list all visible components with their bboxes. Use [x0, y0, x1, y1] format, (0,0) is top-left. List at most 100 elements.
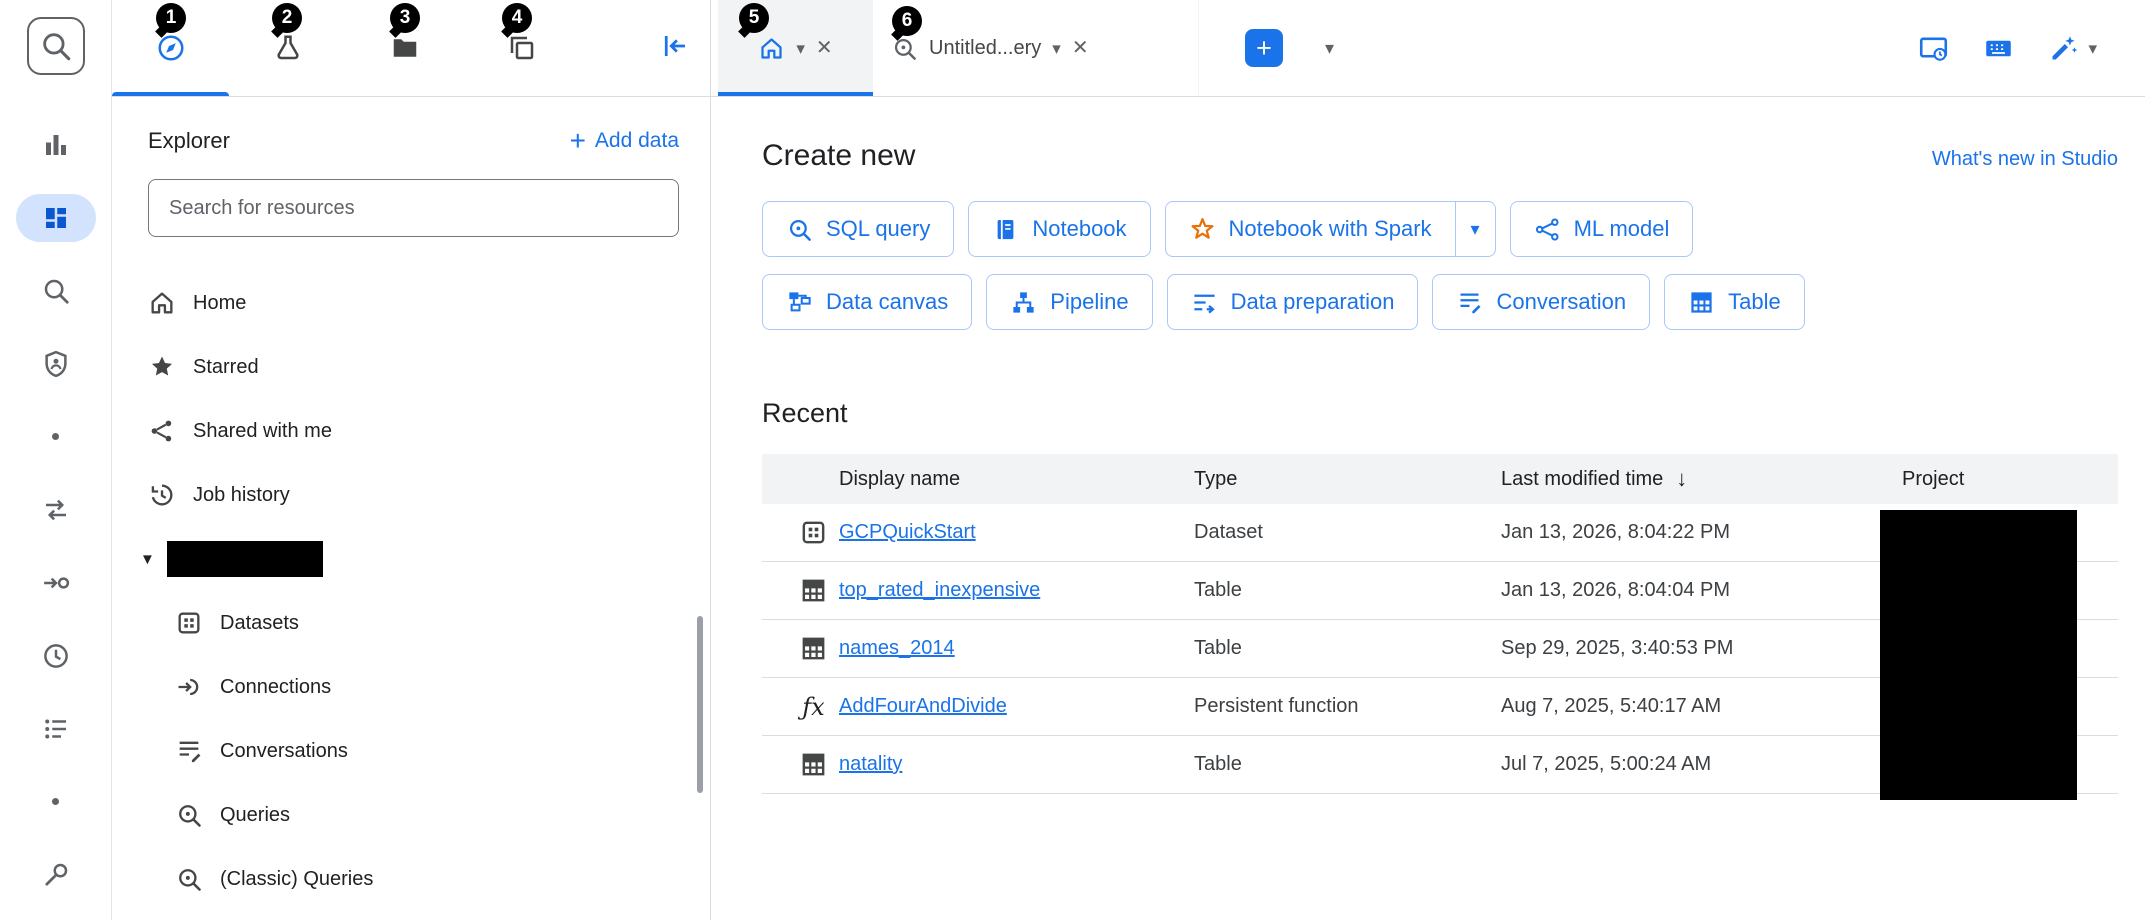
collapse-panel-button[interactable] — [660, 31, 690, 66]
explorer-scrollbar[interactable] — [697, 616, 703, 793]
annotation-badge-2: 2 — [272, 3, 302, 33]
button-label: Data preparation — [1231, 289, 1395, 315]
keyboard-shortcuts-icon[interactable] — [1983, 33, 2014, 64]
column-header-project[interactable]: Project — [1902, 468, 2118, 491]
studio-grid-icon[interactable] — [0, 181, 112, 254]
recent-table: Display name Type Last modified time↓ Pr… — [762, 454, 2118, 794]
bigquery-studio-app: Explorer + Add data Home Starred Shared … — [0, 0, 2145, 920]
recent-item-modified: Sep 29, 2025, 3:40:53 PM — [1501, 637, 1902, 660]
dataflow-icon[interactable] — [0, 546, 112, 619]
new-tab-button[interactable]: + — [1245, 29, 1283, 67]
close-icon[interactable]: ✕ — [1072, 38, 1089, 58]
tree-item-datasets[interactable]: Datasets — [112, 591, 710, 655]
tree-item-home[interactable]: Home — [112, 271, 710, 335]
tree-item-starred[interactable]: Starred — [112, 335, 710, 399]
chevron-down-icon[interactable]: ▾ — [796, 40, 805, 57]
capacity-icon[interactable] — [0, 692, 112, 765]
resource-search-box — [148, 179, 679, 237]
tree-item-label: Home — [193, 292, 246, 315]
sql-query-button[interactable]: SQL query — [762, 201, 954, 257]
plus-icon: + — [570, 127, 586, 155]
column-header-display-name[interactable]: Display name — [762, 468, 1194, 491]
tree-item-label: (Classic) Queries — [220, 868, 373, 891]
recent-item-link[interactable]: top_rated_inexpensive — [839, 579, 1040, 602]
tree-item-classic-queries[interactable]: (Classic) Queries — [112, 847, 710, 911]
tab-label: Untitled...ery — [929, 37, 1041, 60]
notebook-with-spark-button[interactable]: Notebook with Spark ▾ — [1165, 201, 1496, 257]
tree-item-label: Job history — [193, 484, 290, 507]
governance-shield-icon[interactable] — [0, 327, 112, 400]
history-icon — [148, 481, 176, 509]
recent-item-link[interactable]: AddFourAndDivide — [839, 695, 1007, 718]
folder-icon — [390, 33, 420, 63]
badge-number: 3 — [400, 7, 411, 29]
recent-item-type: Persistent function — [1194, 695, 1501, 718]
tree-item-conversations[interactable]: Conversations — [112, 719, 710, 783]
chevron-down-icon[interactable]: ▾ — [1052, 40, 1061, 57]
recent-item-link[interactable]: GCPQuickStart — [839, 521, 976, 544]
tree-item-job-history[interactable]: Job history — [112, 463, 710, 527]
data-preparation-button[interactable]: Data preparation — [1167, 274, 1419, 330]
conversation-icon — [175, 737, 203, 765]
partner-tools-icon[interactable] — [0, 838, 112, 911]
badge-number: 2 — [282, 7, 293, 29]
plus-icon: + — [1256, 33, 1272, 64]
badge-number: 6 — [902, 10, 913, 32]
badge-number: 4 — [512, 7, 523, 29]
recent-item-link[interactable]: natality — [839, 753, 902, 776]
home-icon — [758, 35, 785, 62]
pipeline-button[interactable]: Pipeline — [986, 274, 1152, 330]
table-button[interactable]: Table — [1664, 274, 1805, 330]
tree-item-project[interactable]: ▼ — [112, 527, 710, 591]
search-icon[interactable] — [0, 254, 112, 327]
whats-new-link[interactable]: What's new in Studio — [1932, 148, 2118, 171]
conversation-icon — [1456, 289, 1483, 316]
tree-item-connections[interactable]: Connections — [112, 655, 710, 719]
magnifier-icon — [786, 216, 813, 243]
column-header-type[interactable]: Type — [1194, 468, 1501, 491]
left-nav-rail — [0, 0, 112, 920]
button-label: Pipeline — [1050, 289, 1128, 315]
column-label: Display name — [839, 468, 960, 491]
notebook-button[interactable]: Notebook — [968, 201, 1150, 257]
cloud-shell-icon[interactable] — [1918, 33, 1949, 64]
expander-triangle-icon[interactable]: ▼ — [140, 551, 155, 568]
tab-list-chevron-icon[interactable]: ▾ — [1325, 38, 1334, 59]
spark-dropdown-button[interactable]: ▾ — [1455, 202, 1495, 256]
column-header-last-modified[interactable]: Last modified time↓ — [1501, 466, 1902, 492]
column-label: Project — [1902, 468, 1964, 491]
search-input[interactable] — [169, 197, 658, 220]
conversation-button[interactable]: Conversation — [1432, 274, 1650, 330]
sort-descending-icon[interactable]: ↓ — [1676, 466, 1687, 492]
main-area: ▾ ✕ Untitled...ery ▾ ✕ + ▾ ▾ — [711, 0, 2145, 920]
tree-item-shared-with-me[interactable]: Shared with me — [112, 399, 710, 463]
badge-number: 5 — [749, 7, 760, 29]
explorer-tree: Home Starred Shared with me Job history … — [112, 271, 710, 911]
project-column-redaction — [1880, 510, 2077, 800]
compass-icon — [156, 33, 186, 63]
tab-untitled-query[interactable]: Untitled...ery ▾ ✕ — [873, 0, 1199, 96]
annotation-badge-3: 3 — [390, 3, 420, 33]
gemini-assist-button[interactable]: ▾ — [2048, 33, 2097, 64]
close-icon[interactable]: ✕ — [816, 38, 833, 58]
table-icon — [799, 750, 828, 779]
spark-star-icon — [1189, 216, 1216, 243]
annotation-badge-4: 4 — [502, 3, 532, 33]
add-data-button[interactable]: + Add data — [570, 127, 679, 155]
data-transfer-icon[interactable] — [0, 473, 112, 546]
tree-item-queries[interactable]: Queries — [112, 783, 710, 847]
ml-model-button[interactable]: ML model — [1510, 201, 1694, 257]
tree-item-label: Datasets — [220, 612, 299, 635]
function-fx-icon: ƒx — [799, 693, 828, 721]
rail-nav-list — [0, 108, 112, 911]
tree-item-label: Queries — [220, 804, 290, 827]
button-label: Table — [1728, 289, 1781, 315]
ml-nodes-icon — [1534, 216, 1561, 243]
data-canvas-button[interactable]: Data canvas — [762, 274, 972, 330]
analytics-icon[interactable] — [0, 108, 112, 181]
bigquery-logo[interactable] — [27, 17, 85, 75]
home-icon — [148, 289, 176, 317]
recent-item-link[interactable]: names_2014 — [839, 637, 955, 660]
scheduled-queries-icon[interactable] — [0, 619, 112, 692]
notebook-icon — [992, 216, 1019, 243]
